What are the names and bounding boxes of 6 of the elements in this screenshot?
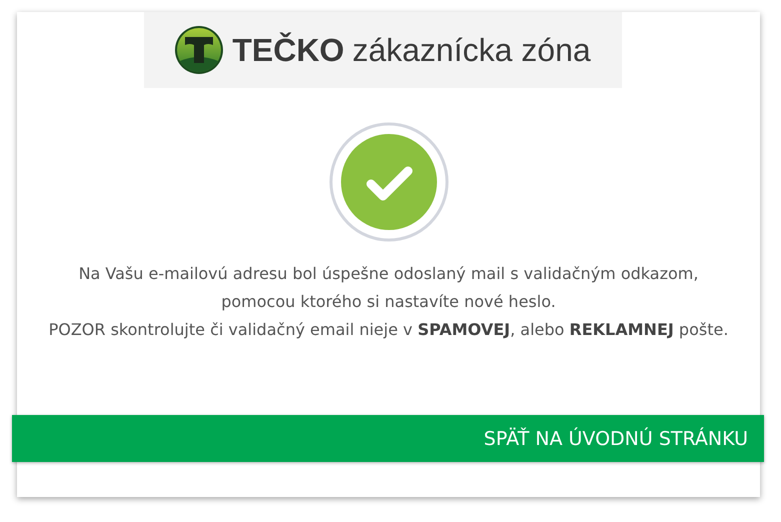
brand-name: TEČKO bbox=[232, 32, 344, 68]
message-text: Na Vašu e-mailovú adresu bol úspešne odoslaný mail s validačným odkazom, pomocou ktorého si nastavíte nové heslo. bbox=[78, 263, 700, 313]
message-text: POZOR skontrolujte či validačný email nieje v SPAMOVEJ, alebo REKLAMNEJ pošte. bbox=[48, 319, 728, 341]
logo-subtitle: zákaznícka zóna bbox=[352, 32, 591, 68]
back-button[interactable]: SPÄŤ NA ÚVODNÚ STRÁNKU bbox=[12, 415, 764, 462]
logo-icon bbox=[174, 25, 224, 75]
